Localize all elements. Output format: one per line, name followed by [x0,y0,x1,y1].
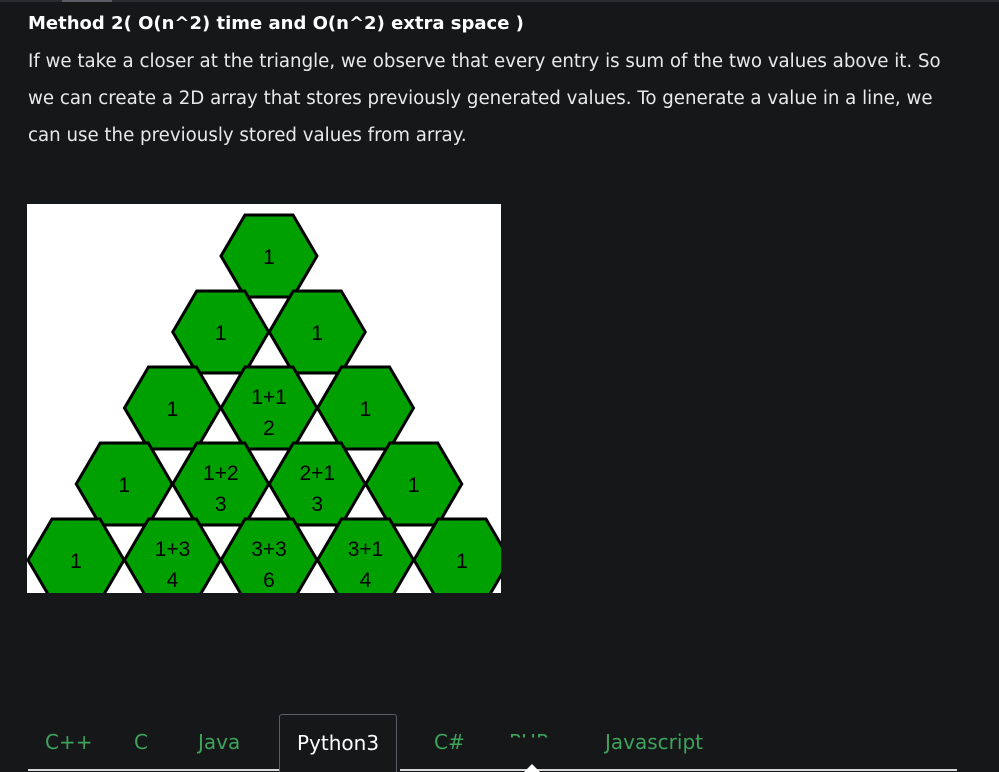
pascal-triangle-figure: 1 1 1 1 1+1 2 1 1 1+2 3 2+1 3 1 1 1+3 4 3+3 6 3+1 4 1 [27,204,501,593]
hex-value-label: 1 [118,474,130,497]
hex-value-label: 3 [311,493,323,516]
hex-value-label: 1 [360,398,372,421]
hex-value-label: 6 [263,569,275,592]
tab-cpp[interactable]: C++ [45,714,92,770]
hex-value-label: 4 [167,569,179,592]
hex-value-label: 4 [360,569,372,592]
hex-sum-label: 1+3 [155,538,191,561]
hex-value-label: 1 [408,474,420,497]
hex-value-label: 1 [263,246,275,269]
tab-c[interactable]: C [134,714,148,770]
hex-value-label: 1 [70,550,82,573]
hex-value-label: 2 [263,417,275,440]
hex-sum-label: 1+2 [203,462,239,485]
tab-python3[interactable]: Python3 [279,714,398,772]
hex-value-label: 1 [215,322,227,345]
hex-sum-label: 3+1 [348,538,384,561]
section-paragraph: If we take a closer at the triangle, we … [28,51,941,146]
top-divider [0,0,999,2]
top-divider-accent [62,0,112,2]
hex-value-label: 3 [215,493,227,516]
hex-sum-label: 2+1 [299,462,335,485]
section-heading: Method 2( O(n^2) time and O(n^2) extra s… [28,13,524,34]
tab-java[interactable]: Java [198,714,240,770]
pascal-triangle-svg: 1 1 1 1 1+1 2 1 1 1+2 3 2+1 3 1 1 1+3 4 3+3 6 3+1 4 1 [27,213,501,593]
tab-javascript[interactable]: Javascript [605,714,703,770]
hex-value-label: 1 [456,550,468,573]
hex-value-label: 1 [311,322,323,345]
hex-sum-label: 1+1 [251,386,287,409]
tooltip-arrow [523,764,541,772]
hex-value-label: 1 [167,398,179,421]
language-tabs: C++ C Java Python3 C# PHP Javascript [0,714,999,772]
hex-sum-label: 3+3 [251,538,287,561]
tab-php[interactable]: PHP [509,714,548,738]
tab-csharp[interactable]: C# [434,714,465,770]
